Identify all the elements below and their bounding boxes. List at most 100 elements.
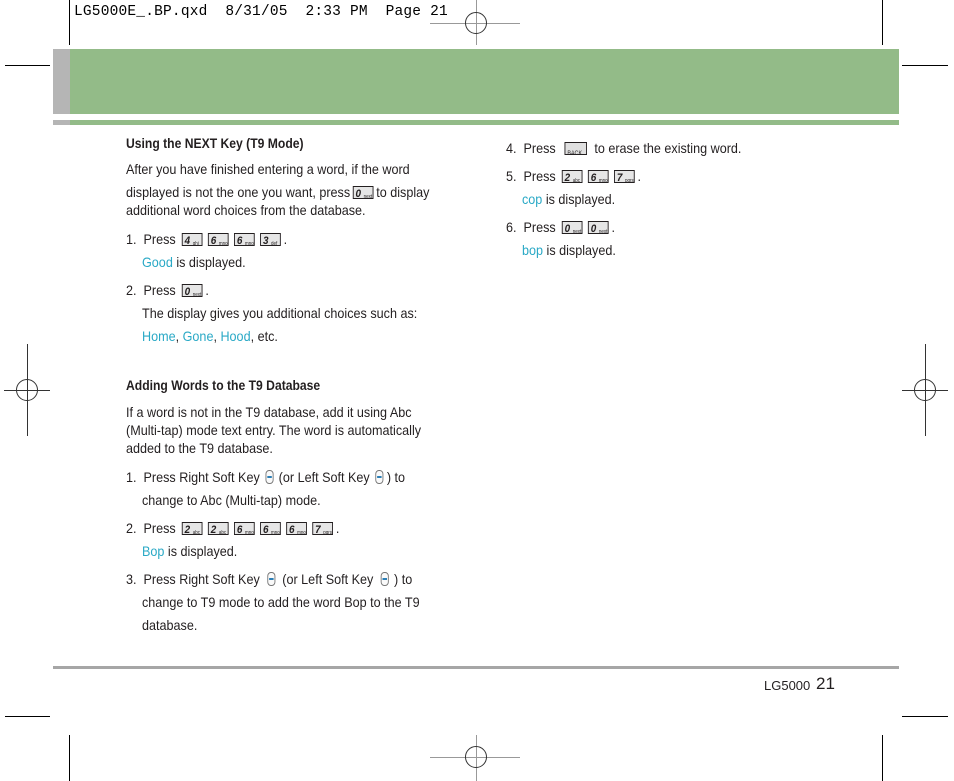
key-6-mno-icon: 6 mno [588, 169, 609, 184]
header-rule [70, 120, 899, 125]
text: , etc. [250, 328, 278, 344]
key-digit: 4 [184, 234, 191, 247]
key-digit: 6 [236, 234, 243, 247]
key-letters: mno [271, 529, 280, 536]
key-letters: mno [244, 529, 254, 536]
key-0-next-icon: 0 next [181, 283, 203, 298]
key-digit: 0 [184, 285, 191, 298]
paragraph-line: additional word choices from the databas… [126, 202, 366, 218]
registration-mark-bottom [430, 735, 520, 781]
section-heading-adding-words: Adding Words to the T9 Database [126, 378, 321, 393]
paragraph-line: added to the T9 database. [126, 440, 273, 456]
registration-mark-left [4, 344, 50, 436]
right-soft-key-icon [266, 572, 276, 587]
highlight-word: Hood [220, 328, 251, 344]
key-6-mno-icon: 6 mno [286, 521, 308, 536]
crop-mark [902, 716, 948, 717]
step-number: 1. [126, 231, 137, 247]
text: . [611, 219, 615, 235]
back-key-icon: BACK [564, 141, 588, 157]
text: to display [376, 184, 430, 200]
text: is displayed. [172, 254, 246, 270]
key-letters: ghi [192, 240, 199, 247]
text: (or Left Soft Key [282, 571, 374, 587]
step-3: 3. Press Right Soft Key (or Left Soft Key… [126, 570, 412, 588]
crop-mark [5, 65, 50, 66]
step-number: 3. [126, 571, 137, 587]
key-digit: 6 [590, 171, 597, 184]
step-number: 2. [126, 282, 137, 298]
slug-filename: LG5000E_.BP.qxd [74, 4, 208, 20]
text: (or Left Soft Key [278, 469, 370, 485]
text: ) to [386, 469, 406, 485]
text: Press [143, 282, 176, 298]
text: . [205, 282, 209, 298]
key-digit: 6 [289, 523, 295, 536]
step-number: 2. [126, 520, 137, 536]
registration-mark-top [430, 0, 520, 45]
text: Press [523, 140, 556, 156]
slug-time: 2:33 PM [305, 4, 368, 20]
key-2-abc-icon: 2 abc [561, 169, 583, 184]
step-3-detail: change to T9 mode to add the word Bop to… [142, 594, 420, 610]
text: Press [523, 168, 556, 184]
key-digit: 2 [564, 171, 571, 184]
highlight-word: bop [522, 242, 544, 258]
step-6-result: bop is displayed. [522, 241, 616, 259]
key-letters: next [572, 228, 582, 235]
key-digit: 3 [262, 234, 269, 247]
key-letters: next [192, 291, 202, 298]
step-2: 2. Press 2 abc 2 abc 6 mno 6 mno 6 mno 7 pqrs. [126, 519, 339, 537]
step-6: 6. Press 0 next 0 next. [506, 218, 615, 236]
key-2-abc-icon: 2 abc [208, 521, 229, 536]
key-letters: abc [218, 529, 227, 536]
key-2-abc-icon: 2 abc [181, 521, 203, 536]
key-3-def-icon: 3 def [260, 232, 281, 247]
key-digit: 0 [590, 222, 597, 235]
key-6-mno-icon: 6 mno [208, 232, 229, 247]
step-3-detail: database. [142, 617, 198, 633]
text: ) to [394, 571, 413, 587]
key-letters: mno [297, 529, 306, 536]
header-rule-tab [53, 120, 70, 125]
text: Press Right Soft Key [143, 469, 260, 485]
highlight-word: Gone [182, 328, 214, 344]
right-soft-key-icon [265, 470, 274, 485]
step-2-choices: Home, Gone, Hood, etc. [142, 327, 278, 345]
registration-mark-right [902, 344, 948, 436]
left-soft-key-icon [380, 572, 389, 587]
slug-date: 8/31/05 [225, 4, 288, 20]
text: to erase the existing word. [594, 140, 742, 156]
step-number: 4. [506, 140, 517, 156]
key-letters: mno [244, 240, 254, 247]
key-6-mno-icon: 6 mno [260, 521, 281, 536]
step-number: 6. [506, 219, 517, 235]
key-digit: 6 [236, 523, 243, 536]
crop-mark [69, 0, 70, 45]
text: is displayed. [543, 242, 616, 258]
key-digit: 0 [564, 222, 571, 235]
step-2-result: Bop is displayed. [142, 542, 237, 560]
highlight-word: Home [142, 328, 176, 344]
step-5: 5. Press 2 abc 6 mno 7 pqrs. [506, 167, 641, 185]
key-digit: 2 [210, 523, 217, 536]
step-1-detail: change to Abc (Multi-tap) mode. [142, 492, 321, 508]
footer-page-number: 21 [816, 674, 835, 693]
highlight-word: Bop [142, 543, 165, 559]
key-letters: pqrs [624, 177, 634, 184]
crop-mark [882, 0, 883, 45]
paragraph-line: displayed is not the one you want, press… [126, 183, 429, 201]
highlight-word: cop [522, 191, 543, 207]
step-1: 1. Press 4 ghi 6 mno 6 mno 3 def. [126, 230, 287, 248]
left-soft-key-icon [375, 470, 384, 485]
key-letters: mno [598, 177, 608, 184]
key-digit: 7 [616, 171, 623, 184]
key-6-mno-icon: 6 mno [234, 232, 255, 247]
footer-rule [53, 666, 899, 669]
key-6-mno-icon: 6 mno [234, 521, 255, 536]
key-7-pqrs-icon: 7 pqrs [614, 169, 635, 184]
step-5-result: cop is displayed. [522, 190, 615, 208]
key-letters: next [598, 228, 608, 235]
text: . [335, 520, 340, 536]
text: . [637, 168, 642, 184]
